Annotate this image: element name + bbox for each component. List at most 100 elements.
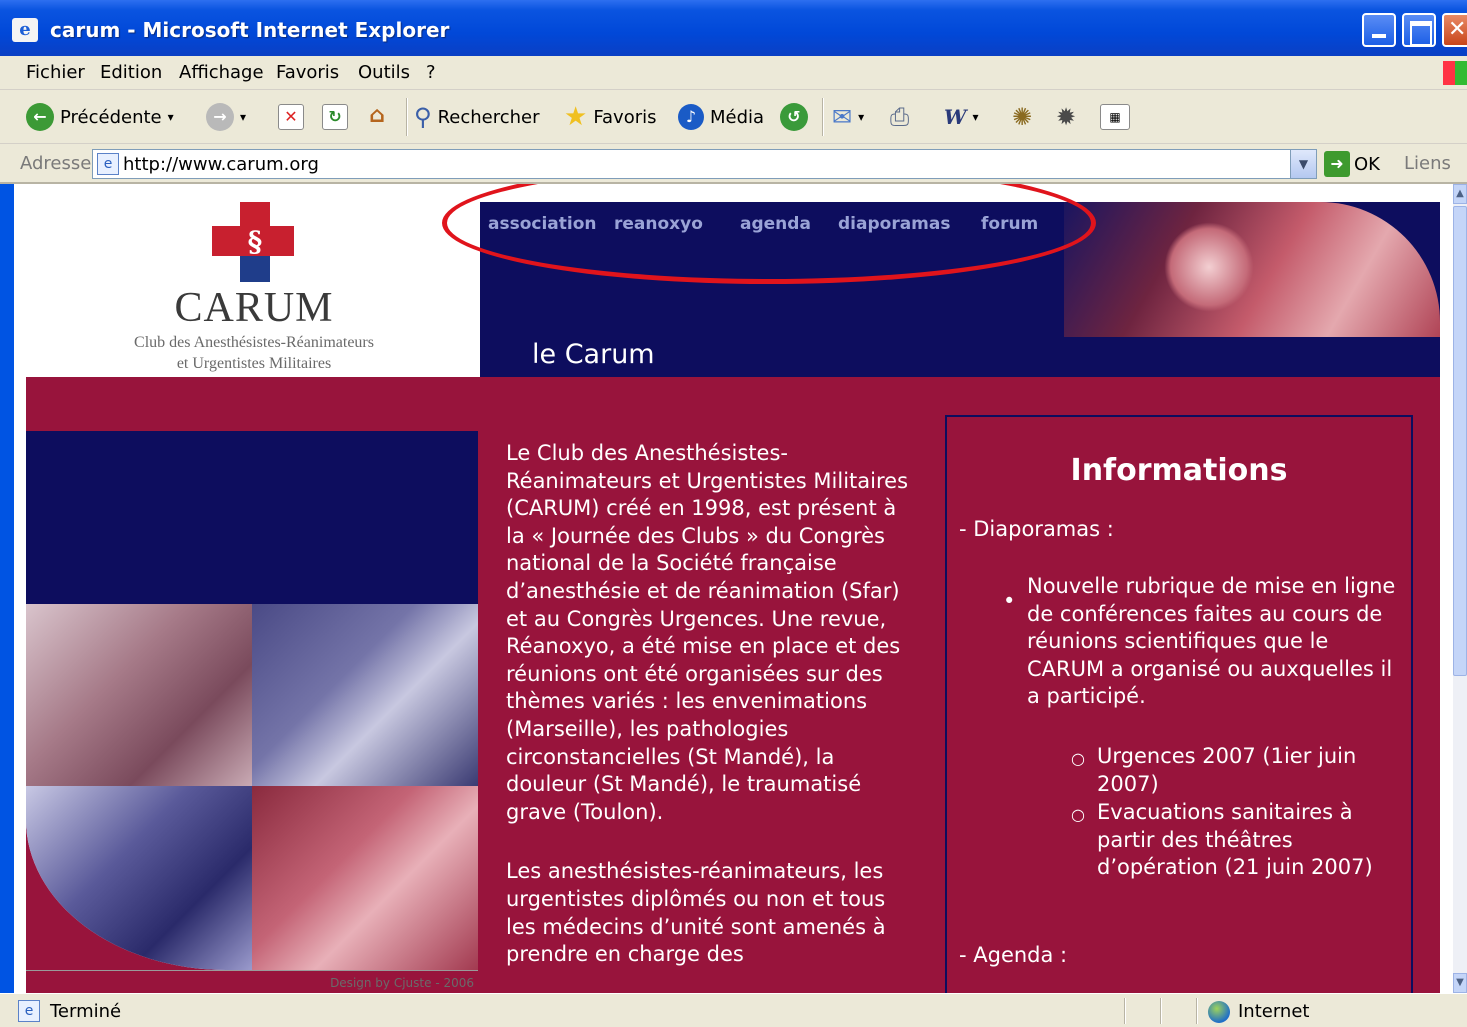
intro-paragraph-1: Le Club des Anesthésistes-Réanimateurs e… — [506, 441, 909, 824]
print-icon: ⎙ — [890, 103, 910, 131]
discuss-button[interactable]: ✺ — [1012, 102, 1032, 132]
search-button[interactable]: ⚲ Rechercher — [414, 102, 540, 132]
title-bar: e carum - Microsoft Internet Explorer — [0, 0, 1467, 56]
page-viewport: § CARUM Club des Anesthésistes-Réanimate… — [14, 184, 1453, 993]
home-button[interactable]: ⌂ — [364, 102, 390, 132]
toolbar-separator — [406, 98, 408, 136]
address-url[interactable]: http://www.carum.org — [123, 154, 319, 175]
bullet-icon: • — [1003, 589, 1016, 613]
ie-page-icon: e — [12, 18, 38, 42]
navy-block — [26, 431, 478, 604]
menu-fichier[interactable]: Fichier — [26, 62, 85, 83]
toolbar-separator — [822, 98, 824, 136]
address-input[interactable]: e http://www.carum.org ▼ — [92, 149, 1317, 179]
menu-outils[interactable]: Outils — [358, 62, 410, 83]
back-button[interactable]: ← Précédente ▾ — [26, 102, 174, 132]
caduceus-icon: § — [247, 225, 263, 258]
stop-icon: ✕ — [278, 104, 304, 130]
media-button[interactable]: ♪ Média — [678, 102, 764, 132]
menu-favoris[interactable]: Favoris — [276, 62, 339, 83]
print-button[interactable]: ⎙ — [890, 102, 909, 132]
address-dropdown-icon[interactable]: ▼ — [1290, 150, 1316, 178]
status-divider — [1196, 998, 1198, 1024]
word-icon: W — [944, 105, 967, 129]
status-divider — [1124, 998, 1126, 1024]
minimize-button[interactable] — [1362, 13, 1396, 47]
status-divider — [1160, 998, 1162, 1024]
address-bar: Adresse e http://www.carum.org ▼ ➜ OK Li… — [0, 144, 1467, 184]
links-button[interactable]: Liens — [1404, 153, 1451, 174]
toolbar: ← Précédente ▾ → ▾ ✕ ↻ ⌂ ⚲ Rechercher ★ … — [0, 90, 1467, 144]
go-button[interactable]: ➜ OK — [1324, 151, 1380, 177]
photo-evacuation — [26, 786, 252, 970]
info-link-evacuations[interactable]: Evacuations sanitaires à partir des théâ… — [1097, 799, 1407, 882]
history-icon: ↺ — [780, 103, 808, 131]
forward-arrow-icon: → — [206, 103, 234, 131]
photo-intubation — [252, 604, 478, 786]
info-title: Informations — [1070, 453, 1288, 488]
menu-bar: Fichier Edition Affichage Favoris Outils… — [0, 56, 1467, 90]
intro-paragraph-2: Les anesthésistes-réanimateurs, les urge… — [506, 859, 886, 967]
search-label: Rechercher — [437, 106, 540, 128]
design-credit: Design by Cjuste - 2006 — [330, 976, 474, 990]
photo-collage — [26, 604, 478, 970]
back-arrow-icon: ← — [26, 103, 54, 131]
info-box: Informations - Diaporamas : • Nouvelle r… — [945, 415, 1413, 993]
address-label: Adresse — [20, 153, 92, 174]
media-label: Média — [710, 106, 765, 128]
vertical-scrollbar[interactable]: ▲ ▼ — [1453, 184, 1467, 993]
security-zone: Internet — [1238, 1001, 1310, 1022]
refresh-button[interactable]: ↻ — [322, 102, 348, 132]
logo-subtitle-line2: et Urgentistes Militaires — [176, 355, 332, 372]
menu-affichage[interactable]: Affichage — [179, 62, 264, 83]
calculator-icon: ▦ — [1100, 104, 1130, 130]
gear-icon: ✺ — [1012, 103, 1033, 131]
header-photo — [1064, 202, 1440, 337]
research-button[interactable]: ✹ — [1056, 102, 1076, 132]
scroll-down-icon[interactable]: ▼ — [1453, 973, 1467, 993]
back-label: Précédente — [60, 106, 162, 128]
chevron-down-icon: ▾ — [240, 110, 247, 124]
media-icon: ♪ — [678, 104, 704, 130]
go-arrow-icon: ➜ — [1324, 151, 1350, 177]
mail-button[interactable]: ✉ ▾ — [832, 102, 864, 132]
windows-logo-icon — [1443, 61, 1467, 85]
info-bullet-text: Nouvelle rubrique de mise en ligne de co… — [1027, 574, 1396, 709]
scroll-thumb[interactable] — [1453, 206, 1467, 676]
internet-globe-icon — [1208, 1001, 1230, 1023]
sub-bullet-icon: ○ — [1071, 805, 1085, 824]
go-label: OK — [1354, 153, 1380, 175]
refresh-icon: ↻ — [322, 104, 348, 130]
info-diaporamas: - Diaporamas : — [959, 517, 1114, 541]
home-icon: ⌂ — [369, 103, 385, 128]
forward-button[interactable]: → ▾ — [206, 102, 246, 132]
window-title: carum - Microsoft Internet Explorer — [50, 18, 450, 42]
close-button[interactable] — [1442, 13, 1467, 47]
favorites-label: Favoris — [593, 106, 657, 128]
menu-help[interactable]: ? — [426, 62, 436, 83]
photo-surgeon — [26, 604, 252, 786]
search-icon: ⚲ — [414, 103, 432, 131]
page-icon: e — [18, 1000, 40, 1022]
calculator-button[interactable]: ▦ — [1100, 102, 1130, 132]
history-button[interactable]: ↺ — [780, 102, 808, 132]
scroll-up-icon[interactable]: ▲ — [1453, 184, 1467, 204]
logo-subtitle-line1: Club des Anesthésistes-Réanimateurs — [134, 334, 374, 351]
info-link-urgences[interactable]: Urgences 2007 (1ier juin 2007) — [1097, 743, 1407, 798]
info-agenda: - Agenda : — [959, 943, 1068, 967]
star-icon: ★ — [564, 102, 588, 132]
stop-button[interactable]: ✕ — [278, 102, 304, 132]
status-text: Terminé — [50, 1001, 122, 1022]
mail-icon: ✉ — [832, 103, 853, 131]
sub-bullet-icon: ○ — [1071, 749, 1085, 768]
photo-field-care — [252, 786, 478, 970]
favorites-button[interactable]: ★ Favoris — [564, 102, 657, 132]
divider — [26, 970, 478, 971]
edit-button[interactable]: W ▾ — [944, 102, 979, 132]
menu-edition[interactable]: Edition — [100, 62, 162, 83]
logo-name: CARUM — [174, 285, 334, 331]
maximize-button[interactable] — [1402, 13, 1436, 47]
chevron-down-icon: ▾ — [167, 110, 174, 124]
settings-icon: ✹ — [1056, 103, 1077, 131]
chevron-down-icon: ▾ — [858, 110, 865, 124]
